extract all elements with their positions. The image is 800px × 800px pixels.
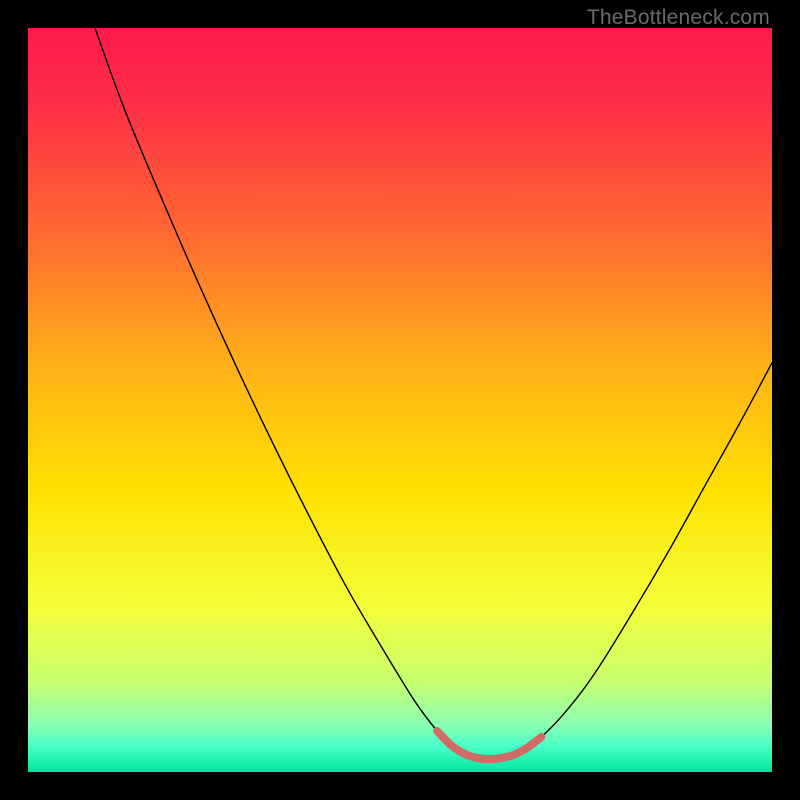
curves-layer	[28, 28, 772, 772]
chart-frame: TheBottleneck.com	[0, 0, 800, 800]
watermark-text: TheBottleneck.com	[587, 6, 770, 30]
plot-area	[28, 28, 772, 772]
highlight-band	[437, 731, 541, 759]
bottleneck-curve	[95, 28, 772, 759]
